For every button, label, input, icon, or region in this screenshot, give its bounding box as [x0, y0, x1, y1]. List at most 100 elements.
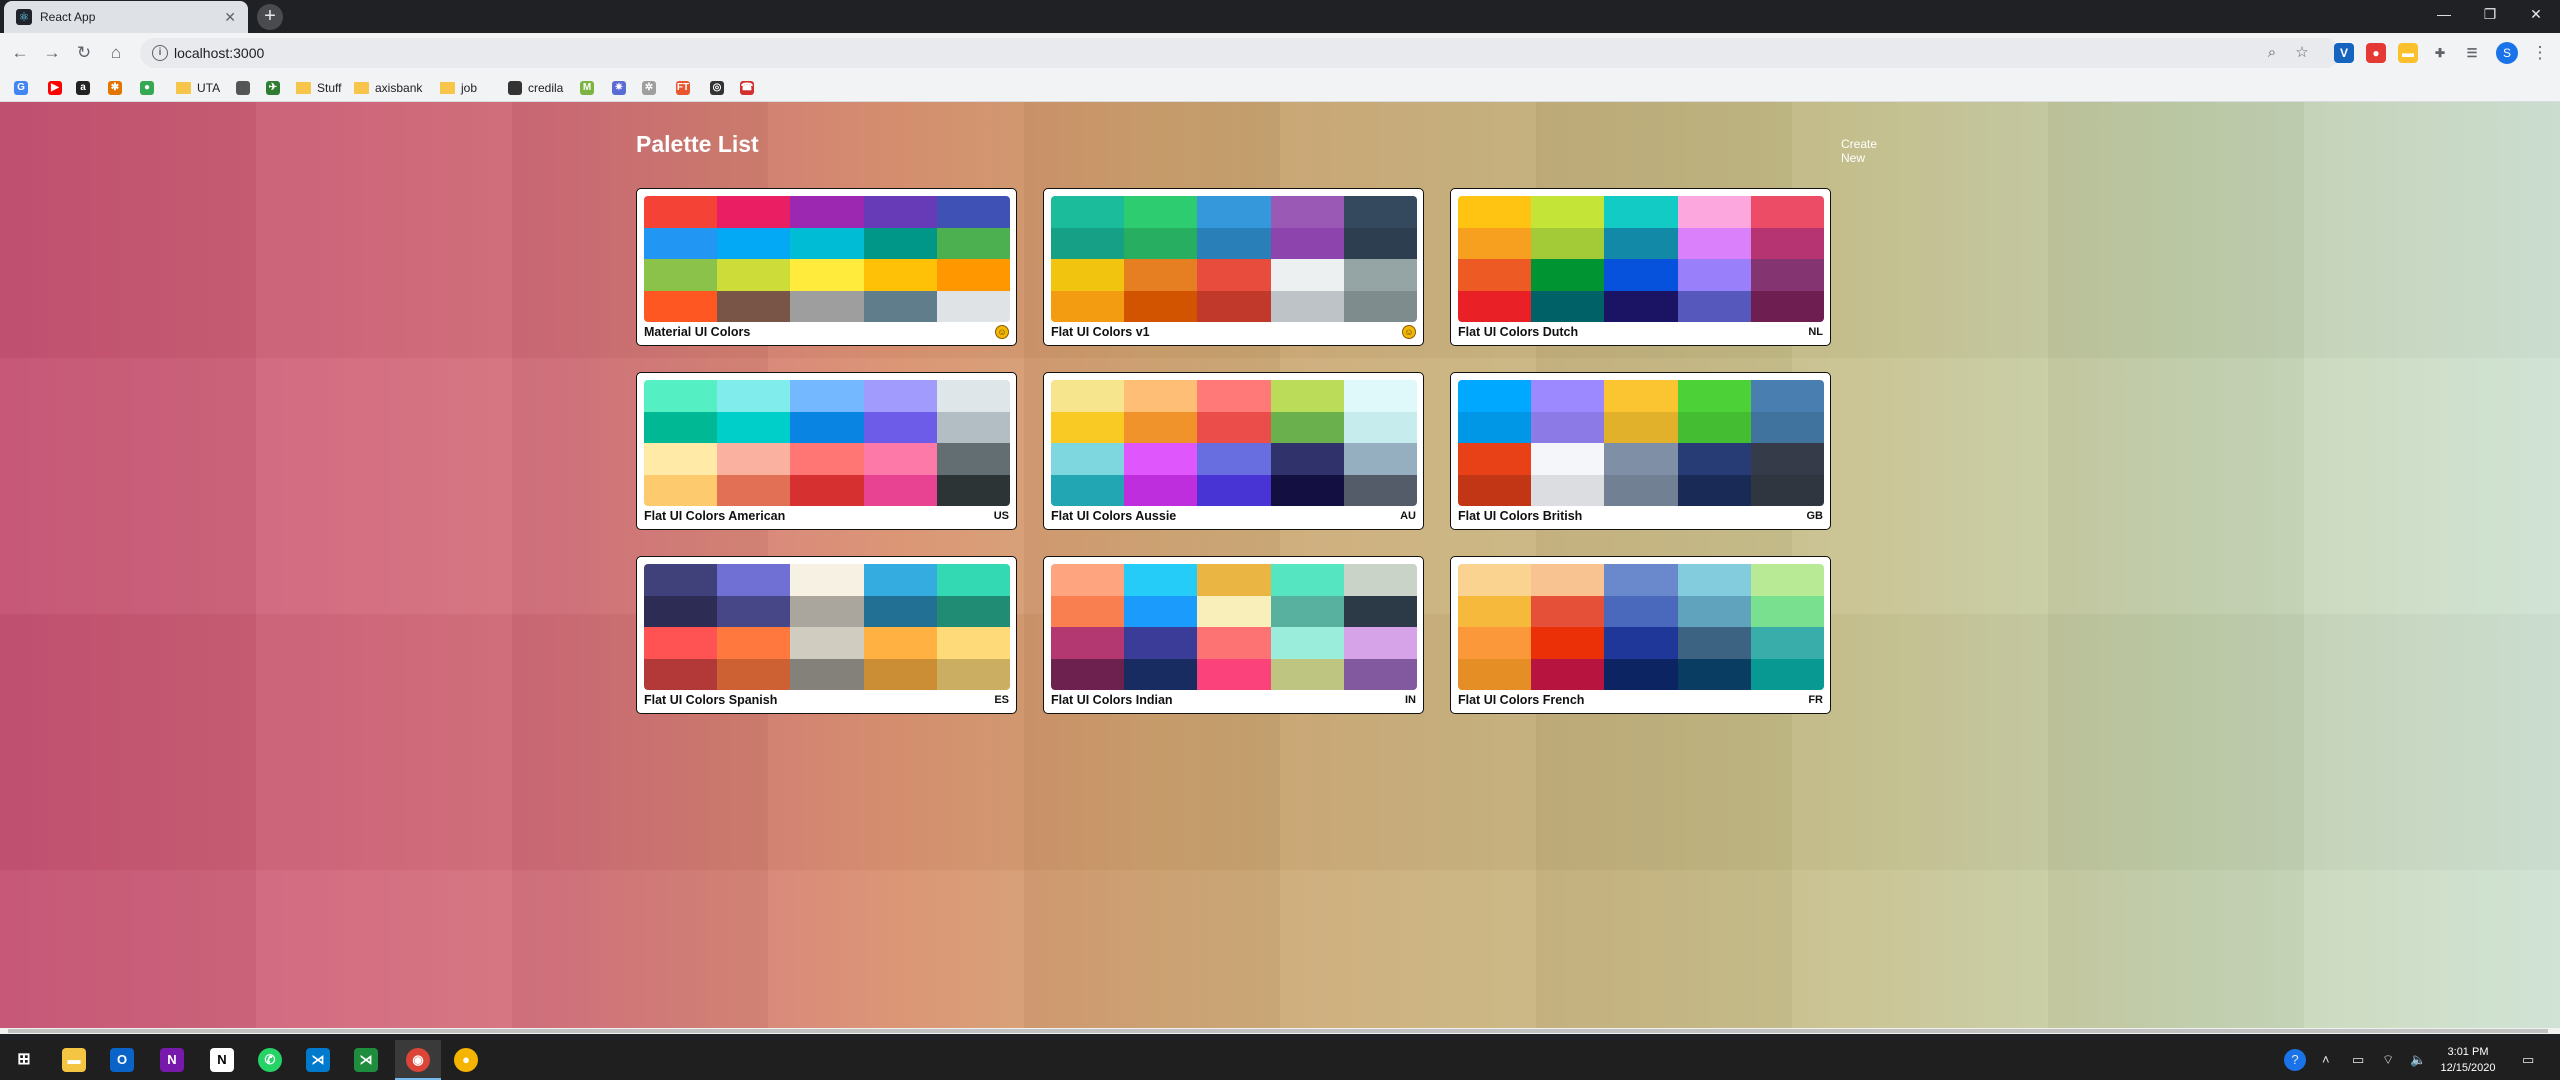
color-swatch	[1343, 411, 1417, 443]
color-swatch	[1197, 627, 1271, 659]
menu-dots-icon[interactable]: ⋮	[2528, 41, 2552, 65]
onenote-icon[interactable]: N	[160, 1048, 184, 1072]
palette-card[interactable]: Flat UI Colors Aussie AU	[1043, 372, 1424, 530]
vscode-insiders-icon[interactable]: ⋊	[354, 1048, 378, 1072]
color-swatch	[644, 259, 718, 291]
color-swatch	[863, 564, 937, 596]
color-swatch	[1343, 380, 1417, 412]
coin-app-icon[interactable]: ●	[454, 1048, 478, 1072]
color-swatch	[863, 658, 937, 690]
home-button[interactable]: ⌂	[104, 41, 128, 65]
outlook-icon[interactable]: O	[110, 1048, 134, 1072]
zoom-search-icon[interactable]: ⌕	[2262, 43, 2282, 63]
scrollbar-thumb[interactable]	[8, 1029, 2548, 1033]
vpn-extension-icon[interactable]: V	[2334, 43, 2354, 63]
palette-card[interactable]: Flat UI Colors Spanish ES	[636, 556, 1017, 714]
info-icon[interactable]: i	[152, 45, 168, 61]
color-swatch	[1343, 196, 1417, 228]
palette-card[interactable]: Flat UI Colors Indian IN	[1043, 556, 1424, 714]
bookmark-item[interactable]: ☎	[740, 79, 760, 97]
palette-card[interactable]: Flat UI Colors v1 ☺	[1043, 188, 1424, 346]
bookmark-label: job	[461, 81, 478, 95]
close-window-button[interactable]: ✕	[2513, 0, 2559, 30]
file-explorer-icon[interactable]: ▬	[62, 1048, 86, 1072]
bookmark-item[interactable]: FT	[676, 79, 696, 97]
address-bar[interactable]: i localhost:3000 ⌕ ☆	[140, 38, 2340, 68]
color-swatch	[644, 627, 718, 659]
notes-extension-icon[interactable]: ▬	[2398, 43, 2418, 63]
reload-button[interactable]: ↻	[72, 41, 96, 65]
bookmark-item[interactable]: Stuff	[296, 79, 341, 97]
palette-card[interactable]: Flat UI Colors British GB	[1450, 372, 1831, 530]
back-button[interactable]: ←	[8, 41, 32, 65]
palette-footer: Flat UI Colors v1 ☺	[1051, 324, 1416, 340]
color-swatch	[1677, 443, 1751, 475]
bookmark-item[interactable]: a	[76, 79, 96, 97]
bookmark-item[interactable]: UTA	[176, 79, 220, 97]
color-swatch	[1458, 474, 1532, 506]
palette-card[interactable]: Flat UI Colors Dutch NL	[1450, 188, 1831, 346]
notifications-icon[interactable]: ▭	[2522, 1052, 2534, 1068]
system-clock[interactable]: 3:01 PM 12/15/2020	[2438, 1044, 2498, 1076]
color-swatch	[717, 595, 791, 627]
color-swatch	[790, 658, 864, 690]
bookmark-item[interactable]: ●	[140, 79, 160, 97]
bookmark-item[interactable]	[236, 79, 256, 97]
bookmark-item[interactable]: ◎	[710, 79, 730, 97]
palette-swatches	[1458, 196, 1824, 322]
color-swatch	[717, 627, 791, 659]
profile-avatar[interactable]: S	[2496, 42, 2518, 64]
whatsapp-icon[interactable]: ✆	[258, 1048, 282, 1072]
wifi-icon[interactable]: ⌔	[2382, 1052, 2394, 1068]
color-swatch	[1124, 595, 1198, 627]
color-swatch	[1343, 627, 1417, 659]
browser-tab[interactable]: ⚛ React App ✕	[4, 1, 248, 33]
color-swatch	[790, 443, 864, 475]
windows-start-icon[interactable]: ⊞	[12, 1048, 36, 1072]
bookmark-item[interactable]: ✲	[642, 79, 662, 97]
palette-card[interactable]: Material UI Colors ☺	[636, 188, 1017, 346]
vscode-icon[interactable]: ⋊	[306, 1048, 330, 1072]
notion-icon[interactable]: N	[210, 1048, 234, 1072]
color-swatch	[936, 658, 1010, 690]
help-icon[interactable]: ?	[2284, 1049, 2306, 1071]
restore-button[interactable]: ❐	[2467, 0, 2513, 30]
close-icon[interactable]: ✕	[224, 9, 236, 26]
bookmark-item[interactable]: job	[440, 79, 477, 97]
color-swatch	[790, 627, 864, 659]
horizontal-scrollbar[interactable]	[0, 1028, 2560, 1034]
palette-swatches	[1051, 380, 1417, 506]
reading-list-icon[interactable]: ☰	[2462, 43, 2482, 63]
bookmark-item[interactable]: credila	[508, 79, 563, 97]
volume-icon[interactable]: 🔈	[2410, 1052, 2426, 1068]
bookmark-star-icon[interactable]: ☆	[2292, 43, 2312, 63]
battery-icon[interactable]: ▭	[2352, 1052, 2364, 1068]
bookmark-item[interactable]: G	[14, 79, 34, 97]
extensions-puzzle-icon[interactable]: ✚	[2430, 43, 2450, 63]
chrome-icon[interactable]: ◉	[406, 1048, 430, 1072]
color-swatch	[1677, 474, 1751, 506]
bookmark-item[interactable]: ▶	[48, 79, 68, 97]
google-icon: G	[14, 81, 28, 95]
adblock-extension-icon[interactable]: ●	[2366, 43, 2386, 63]
chevron-up-icon[interactable]: ˄	[2322, 1052, 2330, 1067]
palette-name: Flat UI Colors French	[1458, 693, 1585, 707]
bookmark-item[interactable]: ✱	[108, 79, 128, 97]
palette-card[interactable]: Flat UI Colors American US	[636, 372, 1017, 530]
forward-button[interactable]: →	[40, 41, 64, 65]
color-swatch	[1750, 380, 1824, 412]
palette-footer: Flat UI Colors French FR	[1458, 692, 1823, 708]
new-tab-button[interactable]: +	[257, 4, 283, 30]
palette-swatches	[1458, 380, 1824, 506]
bookmark-item[interactable]: axisbank	[354, 79, 422, 97]
color-swatch	[1458, 443, 1532, 475]
palette-swatches	[1051, 564, 1417, 690]
bookmark-item[interactable]: ✷	[612, 79, 632, 97]
bookmark-item[interactable]: M	[580, 79, 600, 97]
minimize-button[interactable]: —	[2421, 0, 2467, 30]
color-swatch	[1051, 196, 1125, 228]
palette-card[interactable]: Flat UI Colors French FR	[1450, 556, 1831, 714]
create-new-link[interactable]: Create New	[1841, 137, 1877, 165]
bookmark-item[interactable]: ✈	[266, 79, 286, 97]
color-swatch	[1750, 474, 1824, 506]
